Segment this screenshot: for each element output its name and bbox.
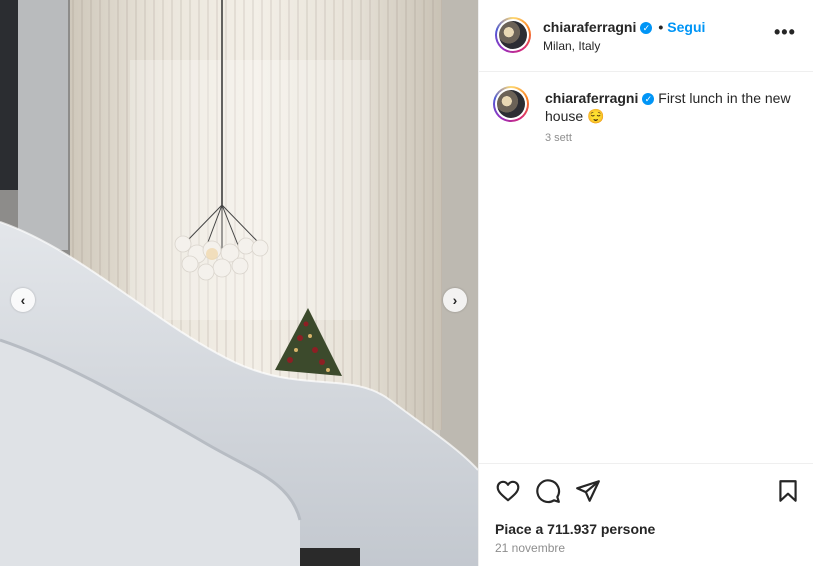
- caption: chiaraferragni ✓ First lunch in the new h…: [545, 89, 795, 125]
- bookmark-icon[interactable]: [775, 478, 801, 504]
- follow-button[interactable]: Segui: [667, 19, 705, 35]
- separator-dot: •: [658, 19, 664, 35]
- verified-badge-icon: ✓: [642, 93, 655, 105]
- post-header: chiaraferragni ✓ • Segui Milan, Italy •••: [479, 0, 813, 72]
- carousel-next-button[interactable]: ›: [443, 288, 467, 312]
- more-options-icon[interactable]: •••: [774, 22, 796, 43]
- avatar[interactable]: [495, 17, 531, 53]
- post-sidebar: chiaraferragni ✓ • Segui Milan, Italy ••• c…: [478, 0, 813, 566]
- location-link[interactable]: Milan, Italy: [543, 39, 600, 53]
- comment-icon[interactable]: [535, 478, 561, 504]
- caption-emoji: 😌: [587, 108, 605, 124]
- verified-badge-icon: ✓: [640, 22, 653, 34]
- photo-scene: [0, 0, 478, 566]
- caption-timestamp[interactable]: 3 sett: [545, 132, 572, 144]
- header-user-line: chiaraferragni ✓ • Segui: [543, 19, 705, 35]
- post-photo[interactable]: ‹ ›: [0, 0, 478, 566]
- action-bar: Piace a 711.937 persone 21 novembre: [479, 463, 813, 567]
- caption-avatar[interactable]: [493, 86, 529, 122]
- likes-count[interactable]: Piace a 711.937 persone: [495, 521, 655, 537]
- paper-plane-icon[interactable]: [575, 478, 601, 504]
- username-link[interactable]: chiaraferragni: [543, 19, 636, 35]
- post-date[interactable]: 21 novembre: [495, 541, 565, 555]
- carousel-prev-button[interactable]: ‹: [11, 288, 35, 312]
- heart-icon[interactable]: [495, 478, 521, 504]
- caption-username-link[interactable]: chiaraferragni: [545, 90, 638, 106]
